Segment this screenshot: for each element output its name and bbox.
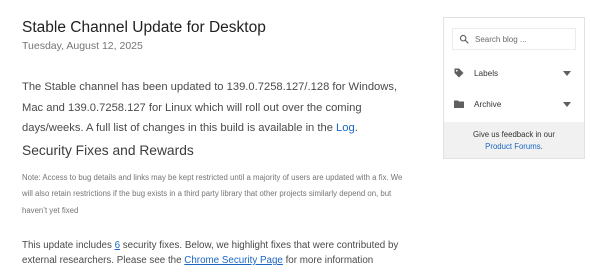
feedback-link-line: Product Forums. [444,141,584,153]
post-date: Tuesday, August 12, 2025 [22,40,143,52]
search-input[interactable] [475,34,565,44]
intro-end: . [354,122,358,134]
section-heading: Security Fixes and Rewards [22,143,194,158]
labels-label: Labels [474,68,499,78]
archive-label: Archive [474,99,502,109]
feedback-box: Give us feedback in our Product Forums. [444,122,584,158]
security-summary: This update includes 6 security fixes. B… [22,238,402,268]
folder-icon [454,100,464,108]
chrome-security-page-link[interactable]: Chrome Security Page [184,255,283,266]
sidebar: Labels Archive Give us feedback in our P… [443,17,585,159]
post-intro: The Stable channel has been updated to 1… [22,77,407,139]
product-forums-link[interactable]: Product Forums [485,142,540,151]
chevron-down-icon[interactable] [561,98,573,110]
labels-dropdown[interactable]: Labels [453,64,577,82]
archive-dropdown[interactable]: Archive [453,95,577,113]
post-title[interactable]: Stable Channel Update for Desktop [22,19,266,37]
search-box[interactable] [452,28,576,50]
label-tag-icon [454,68,464,78]
feedback-text: Give us feedback in our [473,130,555,139]
search-icon[interactable] [459,34,469,44]
chevron-down-icon[interactable] [561,67,573,79]
summary-part3: for more information [282,255,374,266]
feedback-end: . [540,141,543,151]
summary-part1: This update includes [22,240,115,251]
security-note: Note: Access to bug details and links ma… [22,173,403,215]
log-link[interactable]: Log [336,122,355,134]
